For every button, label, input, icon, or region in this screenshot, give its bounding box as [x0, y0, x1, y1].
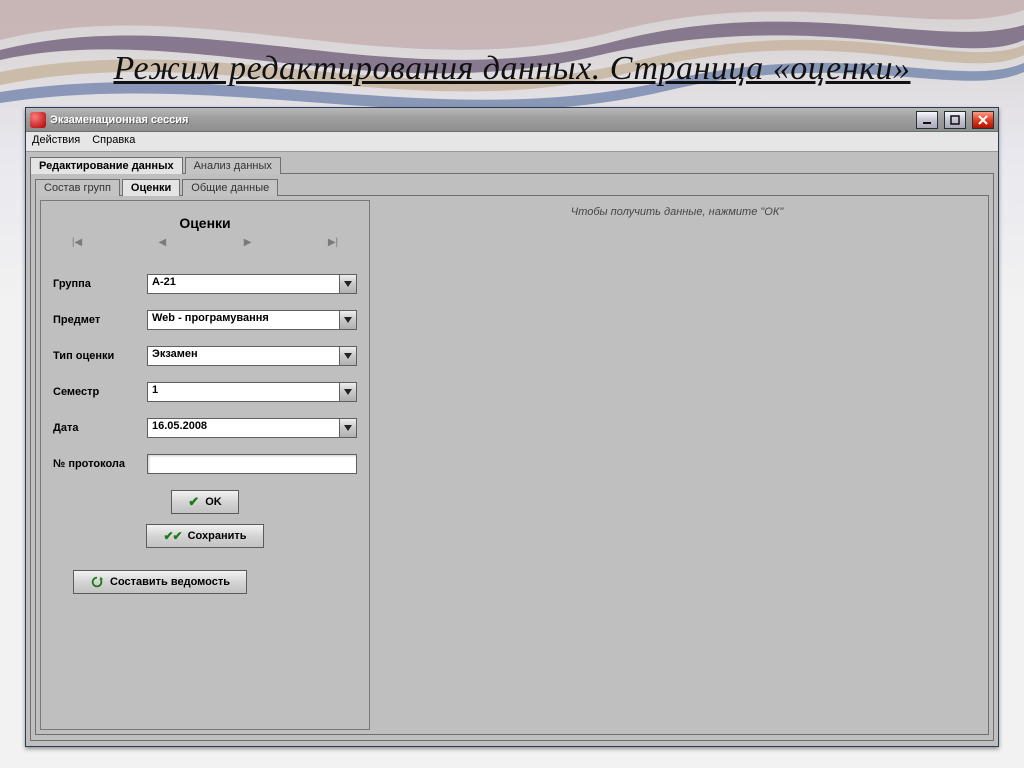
- check-icon: ✔: [188, 494, 199, 510]
- chevron-down-icon[interactable]: [339, 419, 356, 437]
- nav-next-icon[interactable]: ▶: [242, 237, 254, 248]
- tab-edit-data[interactable]: Редактирование данных: [30, 157, 183, 174]
- ok-button[interactable]: ✔ OK: [171, 490, 238, 514]
- label-semester: Семестр: [53, 386, 137, 398]
- label-protocol: № протокола: [53, 458, 137, 470]
- combo-semester[interactable]: 1: [147, 382, 357, 402]
- app-icon: [30, 112, 46, 128]
- titlebar: Экзаменационная сессия: [26, 108, 998, 132]
- build-list-button[interactable]: Составить ведомость: [73, 570, 247, 594]
- close-button[interactable]: [972, 111, 994, 129]
- label-group: Группа: [53, 278, 137, 290]
- save-button-label: Сохранить: [188, 530, 247, 542]
- label-subject: Предмет: [53, 314, 137, 326]
- slide-title: Режим редактирования данных. Страница «о…: [0, 50, 1024, 88]
- tab-common-data[interactable]: Общие данные: [182, 179, 278, 196]
- maximize-button[interactable]: [944, 111, 966, 129]
- combo-subject[interactable]: Web - програмування: [147, 310, 357, 330]
- nav-prev-icon[interactable]: ◀: [156, 237, 168, 248]
- tab-group-composition[interactable]: Состав групп: [35, 179, 120, 196]
- label-date: Дата: [53, 422, 137, 434]
- tab-analyze-data[interactable]: Анализ данных: [185, 157, 281, 174]
- minimize-icon: [922, 115, 932, 125]
- app-window: Экзаменационная сессия Действия Справка …: [25, 107, 999, 747]
- ok-button-label: OK: [205, 496, 222, 508]
- combo-grade-type-value: Экзамен: [148, 347, 339, 365]
- hint-text: Чтобы получить данные, нажмите "ОК": [370, 200, 984, 730]
- combo-group[interactable]: А-21: [147, 274, 357, 294]
- close-icon: [978, 115, 988, 125]
- client-area: Редактирование данных Анализ данных Сост…: [26, 152, 998, 746]
- maximize-icon: [950, 115, 960, 125]
- minimize-button[interactable]: [916, 111, 938, 129]
- menubar: Действия Справка: [26, 132, 998, 152]
- nav-first-icon[interactable]: |◀: [71, 237, 83, 248]
- record-navigator: |◀ ◀ ▶ ▶|: [53, 237, 357, 258]
- refresh-icon: [90, 575, 104, 589]
- chevron-down-icon[interactable]: [339, 311, 356, 329]
- panel-title: Оценки: [53, 215, 357, 231]
- save-button[interactable]: ✔✔ Сохранить: [146, 524, 263, 548]
- double-check-icon: ✔✔: [163, 529, 181, 543]
- combo-subject-value: Web - програмування: [148, 311, 339, 329]
- inner-tabpanel: Оценки |◀ ◀ ▶ ▶| Группа А-21: [35, 195, 989, 735]
- combo-date[interactable]: 16.05.2008: [147, 418, 357, 438]
- top-tabstrip: Редактирование данных Анализ данных: [30, 156, 994, 173]
- chevron-down-icon[interactable]: [339, 347, 356, 365]
- menu-actions[interactable]: Действия: [32, 134, 80, 149]
- nav-last-icon[interactable]: ▶|: [327, 237, 339, 248]
- combo-group-value: А-21: [148, 275, 339, 293]
- chevron-down-icon[interactable]: [339, 275, 356, 293]
- build-list-button-label: Составить ведомость: [110, 576, 230, 588]
- tab-grades[interactable]: Оценки: [122, 179, 180, 196]
- menu-help[interactable]: Справка: [92, 134, 135, 149]
- input-protocol[interactable]: [147, 454, 357, 474]
- chevron-down-icon[interactable]: [339, 383, 356, 401]
- label-grade-type: Тип оценки: [53, 350, 137, 362]
- top-tabpanel: Состав групп Оценки Общие данные Оценки …: [30, 173, 994, 741]
- combo-semester-value: 1: [148, 383, 339, 401]
- window-title: Экзаменационная сессия: [50, 114, 188, 126]
- combo-date-value: 16.05.2008: [148, 419, 339, 437]
- grades-form-panel: Оценки |◀ ◀ ▶ ▶| Группа А-21: [40, 200, 370, 730]
- combo-grade-type[interactable]: Экзамен: [147, 346, 357, 366]
- inner-tabstrip: Состав групп Оценки Общие данные: [35, 178, 989, 195]
